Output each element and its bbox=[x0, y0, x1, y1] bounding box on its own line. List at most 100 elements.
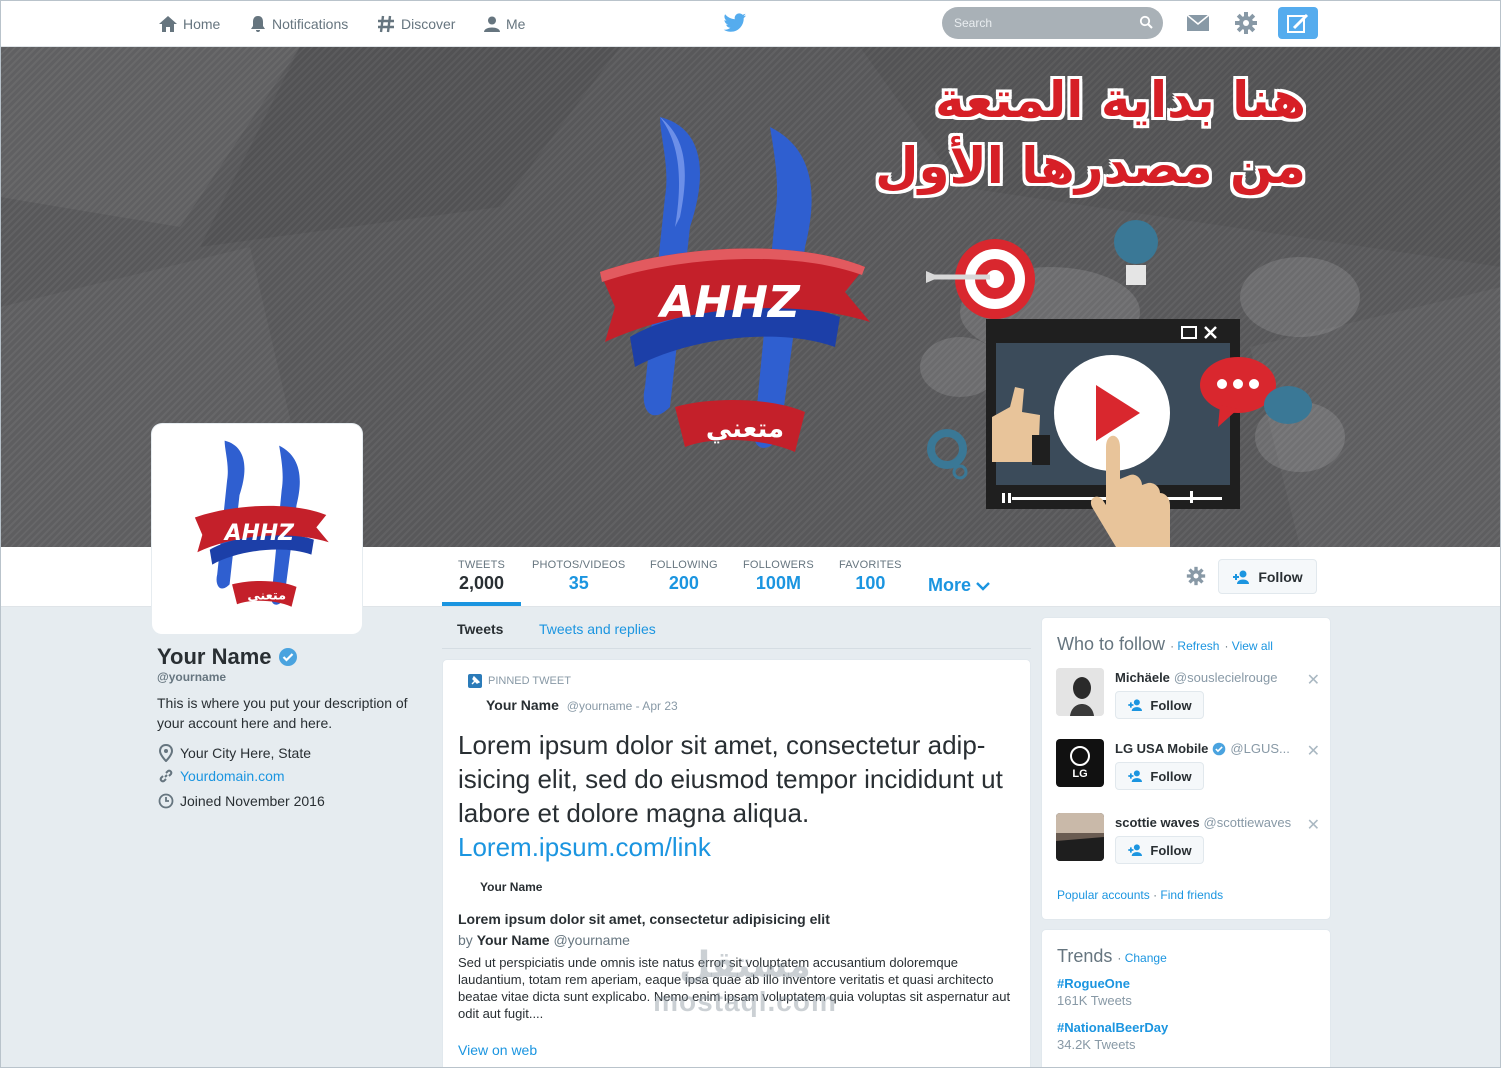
search-input[interactable] bbox=[942, 7, 1132, 39]
suggestion-name[interactable]: Michäele @souslecielrouge bbox=[1115, 670, 1277, 685]
suggestion-name-text: Michäele bbox=[1115, 670, 1170, 685]
compose-tweet-button[interactable] bbox=[1278, 7, 1318, 39]
find-friends-link[interactable]: Find friends bbox=[1160, 888, 1223, 902]
top-navigation: Home Notifications Discover Me bbox=[0, 0, 1501, 47]
stat-tweets[interactable]: TWEETS 2,000 bbox=[442, 547, 522, 606]
lg-logo-icon bbox=[1070, 746, 1090, 766]
hashtag-icon bbox=[378, 15, 394, 33]
dismiss-icon[interactable]: ✕ bbox=[1307, 741, 1320, 761]
avatar-logo-text: AHHZ bbox=[223, 521, 295, 546]
stat-photos-videos[interactable]: PHOTOS/VIDEOS 35 bbox=[516, 547, 641, 606]
trend-tag[interactable]: #RogueOne bbox=[1057, 976, 1132, 991]
trend-item[interactable]: #RogueOne 161K Tweets bbox=[1057, 976, 1132, 1008]
profile-website[interactable]: Yourdomain.com bbox=[158, 768, 285, 784]
avatar[interactable] bbox=[1056, 668, 1104, 716]
twitter-bird-icon[interactable] bbox=[723, 12, 747, 34]
more-label: More bbox=[928, 575, 972, 595]
view-on-web-link[interactable]: View on web bbox=[458, 1042, 537, 1058]
card-by-prefix: by bbox=[458, 932, 473, 948]
tweet-author-name: Your Name bbox=[486, 697, 559, 713]
card-by-name[interactable]: Your Name bbox=[477, 932, 550, 948]
trend-tag[interactable]: #NationalBeerDay bbox=[1057, 1020, 1168, 1035]
avatar[interactable] bbox=[1056, 813, 1104, 861]
more-dropdown[interactable]: More bbox=[928, 575, 991, 596]
search-box[interactable] bbox=[942, 7, 1163, 39]
avatar-logo: AHHZ متعني bbox=[194, 440, 329, 607]
timeline-tabs: Tweets Tweets and replies bbox=[442, 608, 1031, 649]
video-marketing-illustration bbox=[926, 220, 1312, 547]
nav-notifications[interactable]: Notifications bbox=[249, 13, 348, 35]
suggestion-name[interactable]: scottie waves @scottiewaves bbox=[1115, 815, 1291, 830]
verified-badge-icon bbox=[1213, 742, 1226, 755]
follow-button-label: Follow bbox=[1150, 842, 1192, 858]
stat-value: 100 bbox=[855, 573, 886, 593]
direct-messages-icon[interactable] bbox=[1186, 14, 1210, 32]
tab-tweets-and-replies[interactable]: Tweets and replies bbox=[539, 621, 656, 637]
follow-button[interactable]: Follow bbox=[1115, 762, 1204, 790]
banner-headline-line1: هنا بداية المتعة bbox=[935, 71, 1306, 129]
profile-handle[interactable]: @yourname bbox=[157, 670, 226, 684]
search-icon[interactable] bbox=[1139, 15, 1153, 29]
pin-icon bbox=[468, 674, 482, 688]
tweet-link[interactable]: Lorem.ipsum.com/link bbox=[458, 830, 1018, 864]
stat-value: 2,000 bbox=[459, 573, 505, 593]
dismiss-icon[interactable]: ✕ bbox=[1307, 815, 1320, 835]
stat-value: 200 bbox=[668, 573, 699, 593]
follow-button[interactable]: Follow bbox=[1115, 836, 1204, 864]
stat-label: FOLLOWERS bbox=[743, 559, 814, 571]
profile-avatar[interactable]: AHHZ متعني bbox=[152, 424, 362, 634]
location-pin-icon bbox=[158, 744, 174, 762]
who-to-follow-header: Who to follow · Refresh · View all bbox=[1057, 634, 1273, 654]
suggestion-name-text: LG USA Mobile bbox=[1115, 741, 1209, 756]
stat-value: 100M bbox=[755, 573, 801, 593]
profile-settings-gear-icon[interactable] bbox=[1186, 566, 1206, 586]
stat-following[interactable]: FOLLOWING 200 bbox=[634, 547, 734, 606]
popular-accounts-link[interactable]: Popular accounts bbox=[1057, 888, 1150, 902]
nav-discover[interactable]: Discover bbox=[376, 13, 455, 35]
trend-count: 161K Tweets bbox=[1057, 993, 1132, 1008]
who-to-follow-footer: Popular accounts · Find friends bbox=[1057, 888, 1224, 902]
location-text: Your City Here, State bbox=[180, 745, 311, 761]
tweet-text: Lorem ipsum dolor sit amet, consectetur … bbox=[458, 728, 1018, 864]
pinned-label-text: PINNED TWEET bbox=[488, 675, 571, 687]
follow-button[interactable]: Follow bbox=[1115, 691, 1204, 719]
avatar-text: LG bbox=[1072, 768, 1088, 780]
watermark: مستقل mostaql.com bbox=[640, 945, 850, 1018]
trend-item[interactable]: #NationalBeerDay 34.2K Tweets bbox=[1057, 1020, 1168, 1052]
add-user-icon bbox=[1128, 699, 1143, 711]
website-link[interactable]: Yourdomain.com bbox=[180, 768, 285, 784]
pinned-label: PINNED TWEET bbox=[468, 674, 571, 688]
tab-tweets[interactable]: Tweets bbox=[457, 621, 503, 637]
suggestion-item: LG LG USA Mobile @LGUS... Follow ✕ bbox=[1056, 739, 1326, 799]
trend-count: 34.2K Tweets bbox=[1057, 1037, 1136, 1052]
suggestion-handle: @souslecielrouge bbox=[1173, 670, 1278, 685]
who-to-follow-title: Who to follow bbox=[1057, 634, 1166, 654]
joined-text: Joined November 2016 bbox=[180, 793, 325, 809]
bell-icon bbox=[251, 16, 265, 32]
settings-gear-icon[interactable] bbox=[1234, 11, 1258, 35]
stat-favorites[interactable]: FAVORITES 100 bbox=[823, 547, 918, 606]
link-icon bbox=[159, 769, 173, 783]
refresh-link[interactable]: Refresh bbox=[1177, 639, 1219, 653]
follow-button-label: Follow bbox=[1150, 697, 1192, 713]
stat-label: TWEETS bbox=[458, 559, 506, 571]
nav-discover-label: Discover bbox=[401, 16, 456, 32]
banner-headline-line2: من مصدرها الأول bbox=[875, 137, 1306, 195]
view-all-link[interactable]: View all bbox=[1232, 639, 1273, 653]
dismiss-icon[interactable]: ✕ bbox=[1307, 670, 1320, 690]
suggestion-name-text: scottie waves bbox=[1115, 815, 1200, 830]
suggestion-avatar-photo bbox=[1056, 668, 1104, 716]
stat-followers[interactable]: FOLLOWERS 100M bbox=[727, 547, 830, 606]
add-user-icon bbox=[1128, 770, 1143, 782]
follow-button[interactable]: Follow bbox=[1218, 559, 1317, 594]
tweet-author[interactable]: Your Name @yourname - Apr 23 bbox=[486, 697, 678, 713]
profile-name[interactable]: Your Name bbox=[157, 644, 298, 670]
add-user-icon bbox=[1128, 844, 1143, 856]
suggestion-name[interactable]: LG USA Mobile @LGUS... bbox=[1115, 741, 1290, 756]
card-title[interactable]: Lorem ipsum dolor sit amet, consectetur … bbox=[458, 911, 830, 927]
trends-change-link[interactable]: Change bbox=[1125, 951, 1167, 965]
profile-joined: Joined November 2016 bbox=[158, 793, 325, 809]
nav-me[interactable]: Me bbox=[483, 13, 525, 35]
nav-home[interactable]: Home bbox=[158, 13, 220, 35]
avatar[interactable]: LG bbox=[1056, 739, 1104, 787]
